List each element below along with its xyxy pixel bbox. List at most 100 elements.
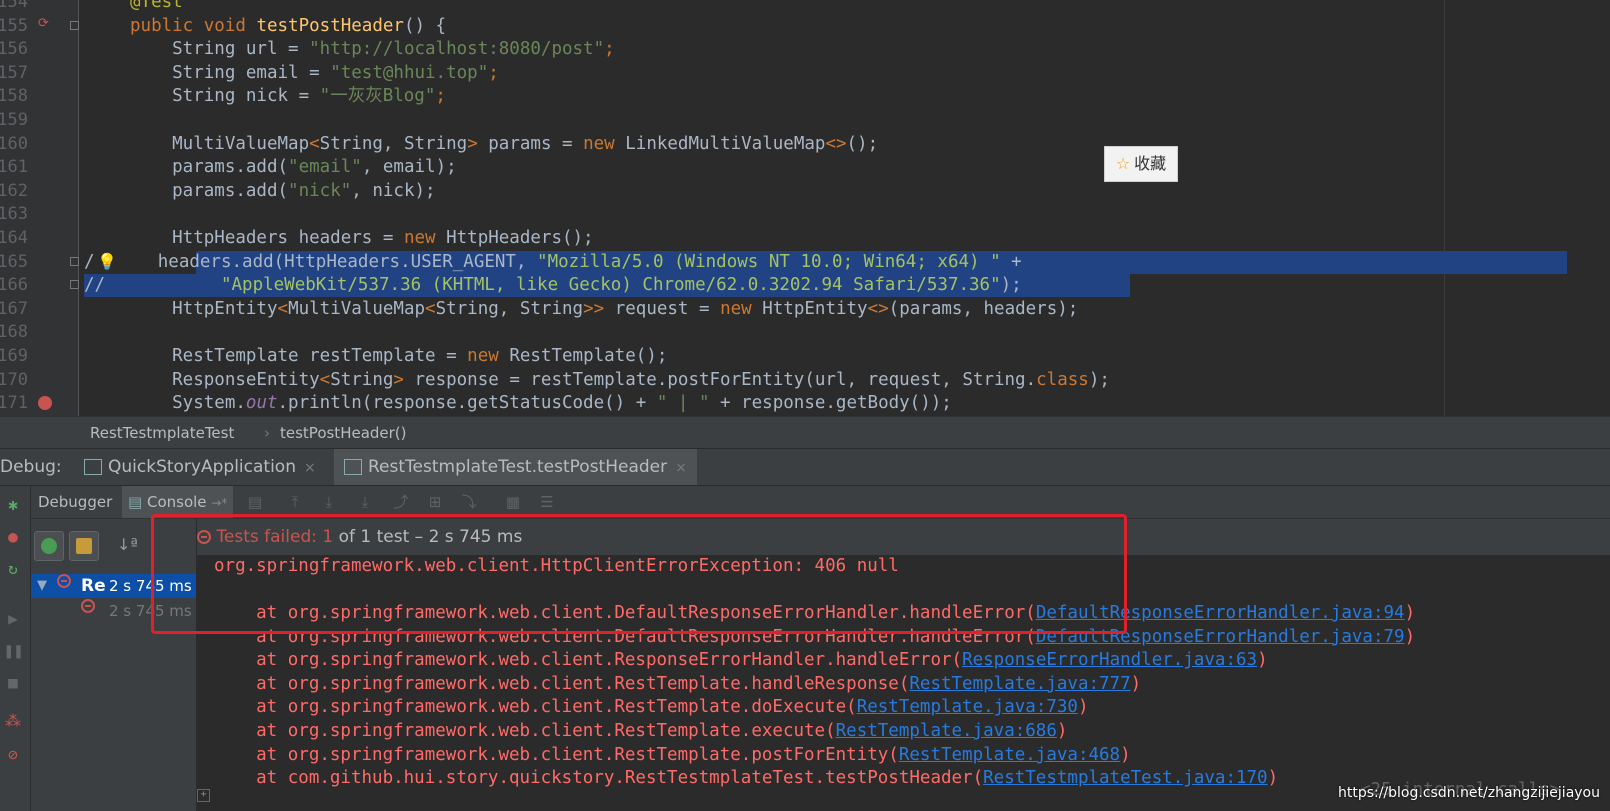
code-token: < xyxy=(309,133,320,154)
step-into-icon[interactable]: ⤓ xyxy=(320,494,338,510)
stack-frame-end: ) xyxy=(1077,697,1089,718)
stack-frame-end: ) xyxy=(1267,768,1279,789)
code-line[interactable]: 170 ResponseEntity<String> response = re… xyxy=(0,368,1610,392)
lightbulb-icon[interactable]: 💡 xyxy=(97,252,117,271)
code-token: out xyxy=(245,393,278,414)
tab-debugger[interactable]: Debugger xyxy=(38,486,112,518)
code-line[interactable]: 161 params.add("email", email); xyxy=(0,155,1610,179)
debug-tab-bar: Debug: QuickStoryApplication × RestTestmp… xyxy=(0,448,1610,485)
fold-icon[interactable] xyxy=(70,256,79,266)
tab-label: RestTestmplateTest.testPostHeader xyxy=(368,457,668,477)
code-line[interactable]: 165 / headers.add(HttpHeaders.USER_AGENT,… xyxy=(0,250,1610,274)
code-token: class xyxy=(1036,369,1089,390)
code-line[interactable]: 155 public void testPostHeader() { xyxy=(0,14,1610,38)
debug-label: Debug: xyxy=(0,457,62,477)
code-text: MultiValueMap<String, String> params = n… xyxy=(130,132,878,156)
code-token: () { xyxy=(403,15,447,36)
code-token: "一灰灰Blog" xyxy=(319,86,436,107)
sort-icon[interactable]: ↓ª xyxy=(117,535,138,554)
expand-arrow-icon[interactable]: ▼ xyxy=(37,574,47,598)
code-token: System. xyxy=(130,393,246,414)
source-link[interactable]: ResponseErrorHandler.java:63 xyxy=(962,650,1257,670)
tab-quick-story-application[interactable]: QuickStoryApplication × xyxy=(84,449,316,485)
trace-icon[interactable]: ☰ xyxy=(538,494,556,510)
close-icon[interactable]: × xyxy=(304,460,316,476)
code-line[interactable]: 162 params.add("nick", nick); xyxy=(0,179,1610,203)
step-out-icon[interactable]: ⤴ xyxy=(392,494,410,510)
close-icon[interactable]: × xyxy=(675,460,687,476)
code-token: request = xyxy=(604,298,721,319)
code-line[interactable]: 168 xyxy=(0,320,1610,344)
rerun-icon[interactable]: ✱ xyxy=(4,496,22,514)
code-token: " | " xyxy=(656,393,710,414)
code-token: HttpEntity xyxy=(130,298,278,319)
run-test-icon[interactable]: ⟳ xyxy=(38,16,49,31)
code-token: String xyxy=(330,369,394,390)
code-token: , email); xyxy=(361,157,457,178)
breadcrumb: RestTestmplateTest › testPostHeader() xyxy=(0,416,1610,449)
force-step-into-icon[interactable]: ⤓ xyxy=(356,494,374,510)
drop-frame-icon[interactable]: ⊞ xyxy=(426,494,444,510)
evaluate-icon[interactable]: ▦ xyxy=(504,494,522,510)
breadcrumb-method[interactable]: testPostHeader() xyxy=(280,417,407,449)
code-editor[interactable]: 154 @Test 155 public void testPostHeader() … xyxy=(0,0,1610,416)
stack-frame-end: ) xyxy=(1257,650,1268,671)
code-token: String email = xyxy=(130,62,331,83)
stack-frame-text: at org.springframework.web.client.RestTe… xyxy=(214,721,836,741)
code-line[interactable]: 154 @Test xyxy=(0,0,1610,14)
tab-rest-template-test[interactable]: RestTestmplateTest.testPostHeader × xyxy=(334,449,697,485)
collect-button[interactable]: ☆ 收藏 xyxy=(1104,146,1178,182)
code-token: > xyxy=(467,133,478,154)
breadcrumb-class[interactable]: RestTestmplateTest xyxy=(90,417,234,449)
code-token: new xyxy=(720,298,763,319)
show-passed-button[interactable] xyxy=(34,531,64,561)
breakpoint-icon[interactable]: ● xyxy=(4,528,22,546)
fold-icon[interactable] xyxy=(70,280,79,290)
code-token: (); xyxy=(846,133,879,154)
code-line[interactable]: 169 RestTemplate restTemplate = new Rest… xyxy=(0,344,1610,368)
mute-breakpoints-icon[interactable]: ⊘ xyxy=(4,746,22,764)
fold-icon[interactable] xyxy=(70,20,79,30)
source-link[interactable]: RestTemplate.java:730 xyxy=(857,697,1078,717)
fold-icon[interactable]: + xyxy=(197,789,210,802)
source-link[interactable]: RestTestmplateTest.java:170 xyxy=(983,768,1267,788)
code-line[interactable]: 156 String url = "http://localhost:8080/… xyxy=(0,37,1610,61)
code-token: "http://localhost:8080/post" xyxy=(309,39,605,60)
code-line[interactable]: 159 xyxy=(0,108,1610,132)
run-to-cursor-icon[interactable]: ⤵ xyxy=(460,494,478,510)
code-token: "AppleWebKit/537.36 (KHTML, like Gecko) … xyxy=(220,275,1001,296)
step-over-icon[interactable]: ⤒ xyxy=(286,494,304,510)
stop-icon[interactable]: ■ xyxy=(4,674,22,692)
play-icon[interactable]: ▶ xyxy=(4,610,22,628)
source-link[interactable]: RestTemplate.java:468 xyxy=(899,745,1120,765)
stack-frame: at com.github.hui.story.quickstory.RestT… xyxy=(214,766,1278,790)
code-line[interactable]: 157 String email = "test@hhui.top"; xyxy=(0,61,1610,85)
code-text: @Test xyxy=(130,0,183,14)
code-line[interactable]: 158 String nick = "一灰灰Blog"; xyxy=(0,84,1610,108)
code-line[interactable]: 160 MultiValueMap<String, String> params… xyxy=(0,132,1610,156)
show-ignored-button[interactable] xyxy=(69,531,99,561)
stack-frame-end: ) xyxy=(1404,603,1416,623)
code-token: params.add( xyxy=(130,157,289,178)
line-number: 165 xyxy=(0,251,28,272)
tab-console-label: Console xyxy=(146,493,207,511)
code-line[interactable]: 166 // "AppleWebKit/537.36 (KHTML, like G… xyxy=(0,273,1610,298)
code-line[interactable]: 167 HttpEntity<MultiValueMap<String, Str… xyxy=(0,297,1610,321)
code-token: <> xyxy=(867,298,889,319)
code-token: response = restTemplate.postForEntity(ur… xyxy=(403,369,1037,390)
line-number: 164 xyxy=(0,228,28,248)
source-link[interactable]: RestTemplate.java:777 xyxy=(909,674,1130,694)
code-line[interactable]: 171 System.out.println(response.getStatu… xyxy=(0,391,1610,415)
code-line[interactable]: 163 xyxy=(0,202,1610,226)
code-text: // "AppleWebKit/537.36 (KHTML, like Geck… xyxy=(84,273,1022,297)
source-link[interactable]: RestTemplate.java:686 xyxy=(836,721,1057,741)
show-execution-point-icon[interactable]: ▤ xyxy=(246,494,264,510)
code-line[interactable]: 164 HttpHeaders headers = new HttpHeader… xyxy=(0,226,1610,250)
view-breakpoints-icon[interactable]: ⁂ xyxy=(4,712,22,730)
code-token: HttpEntity xyxy=(762,298,868,319)
pause-icon[interactable]: ❚❚ xyxy=(4,642,23,660)
test-icon xyxy=(344,459,362,475)
code-token: HttpHeaders(); xyxy=(446,228,594,248)
code-token: "nick" xyxy=(288,180,352,201)
resume-icon[interactable]: ↻ xyxy=(4,560,22,578)
